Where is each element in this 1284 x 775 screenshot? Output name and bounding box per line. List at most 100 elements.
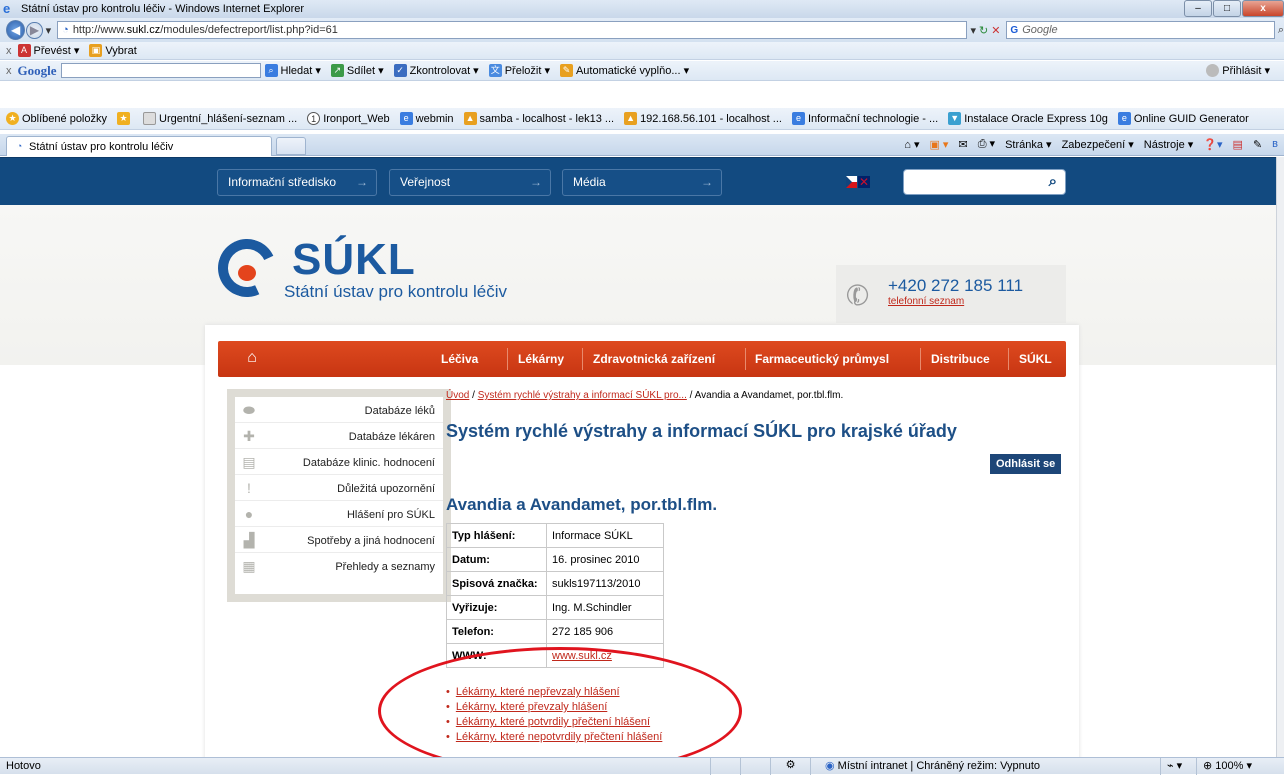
- sidemenu-drug-db[interactable]: ⬬ Databáze léků: [235, 399, 443, 423]
- pdf-icon: A: [17, 44, 31, 57]
- topnav-public[interactable]: Veřejnost →: [389, 169, 551, 196]
- google-signin-button[interactable]: Přihlásit ▾: [1206, 64, 1270, 77]
- sidemenu-reports[interactable]: ● Hlášení pro SÚKL: [235, 503, 443, 527]
- nav-distribution[interactable]: Distribuce: [931, 341, 990, 377]
- minimize-button[interactable]: –: [1184, 0, 1212, 17]
- address-row: ◀ ▶ ▾ ◔ http://www. sukl.cz/modules/defec…: [0, 18, 1284, 42]
- new-tab-button[interactable]: [276, 137, 306, 155]
- favorite-link[interactable]: e Online GUID Generator: [1117, 112, 1249, 125]
- nav-medicines[interactable]: Léčiva: [441, 341, 478, 377]
- favorite-link[interactable]: e Informační technologie - ...: [791, 112, 938, 125]
- favorite-link[interactable]: ▲ samba - localhost - lek13 ...: [463, 112, 614, 125]
- address-dropdown-icon[interactable]: ▾: [970, 24, 976, 37]
- czech-flag-icon[interactable]: [846, 176, 857, 188]
- tools-menu[interactable]: Nástroje ▾: [1144, 138, 1194, 151]
- print-icon[interactable]: ⎙ ▾: [978, 137, 995, 151]
- site-search-input[interactable]: ⌕: [903, 169, 1066, 195]
- favorite-link[interactable]: ▼ Instalace Oracle Express 10g: [948, 112, 1108, 125]
- google-autofill-button[interactable]: ✎ Automatické vyplňo... ▾: [559, 64, 689, 77]
- home-icon[interactable]: ⌂: [218, 341, 286, 377]
- search-box[interactable]: G Google: [1006, 21, 1275, 39]
- favorite-link[interactable]: ▲ 192.168.56.101 - localhost ...: [624, 112, 782, 125]
- phone-number: +420 272 185 111: [888, 276, 1024, 295]
- search-icon[interactable]: ⌕: [1278, 24, 1284, 37]
- breadcrumb-current: Avandia a Avandamet, por.tbl.flm.: [694, 390, 844, 401]
- nav-healthcare[interactable]: Zdravotnická zařízení: [593, 341, 715, 377]
- favorite-link[interactable]: 1 Ironport_Web: [307, 112, 390, 125]
- sidemenu-important-notices[interactable]: ! Důležitá upozornění: [235, 477, 443, 501]
- logo-subtitle: Státní ústav pro kontrolu léčiv: [284, 282, 508, 301]
- google-toolbar-input[interactable]: [60, 63, 261, 78]
- security-menu[interactable]: Zabezpečení ▾: [1062, 138, 1134, 151]
- stop-icon[interactable]: ✕: [991, 24, 1000, 37]
- pill-icon: ⬬: [243, 402, 255, 418]
- convert-toolbar: x A Převést ▾ ▣ Vybrat: [0, 42, 1284, 60]
- uk-flag-icon[interactable]: ✕: [858, 176, 870, 188]
- vertical-scrollbar[interactable]: [1276, 157, 1284, 757]
- tab-title: Státní ústav pro kontrolu léčiv: [29, 140, 174, 153]
- refresh-icon[interactable]: ↻: [979, 24, 988, 37]
- google-icon: G: [1010, 24, 1019, 36]
- address-bar[interactable]: ◔ http://www. sukl.cz/modules/defectrepor…: [57, 21, 968, 39]
- phone-box: ✆ +420 272 185 111 telefonní seznam: [836, 265, 1066, 323]
- search-icon[interactable]: ⌕: [1049, 173, 1057, 190]
- nav-sukl[interactable]: SÚKL: [1019, 341, 1052, 377]
- main-nav: ⌂ Léčiva Lékárny Zdravotnická zařízení F…: [218, 341, 1066, 377]
- google-check-button[interactable]: ✓ Zkontrolovat ▾: [393, 64, 479, 77]
- url-prefix: http://www.: [72, 24, 127, 36]
- sukl-logo[interactable]: SÚKL Státní ústav pro kontrolu léčiv: [209, 230, 507, 307]
- sidemenu-pharmacy-db[interactable]: ✚ Databáze lékáren: [235, 425, 443, 449]
- help-icon[interactable]: ❓▾: [1203, 138, 1222, 151]
- status-text: Hotovo: [6, 760, 41, 772]
- cross-icon: ✚: [243, 428, 255, 444]
- bluetooth-icon[interactable]: ʙ: [1272, 138, 1278, 150]
- breadcrumb-home[interactable]: Úvod: [446, 390, 469, 401]
- topnav-info-center[interactable]: Informační středisko →: [217, 169, 377, 196]
- close-toolbar-icon[interactable]: x: [6, 45, 12, 57]
- tab-sukl[interactable]: ◔ Státní ústav pro kontrolu léčiv: [6, 136, 272, 156]
- tab-favicon-icon: ◔: [13, 140, 26, 153]
- phone-icon: ✆: [841, 276, 875, 315]
- phone-directory-link[interactable]: telefonní seznam: [888, 296, 964, 307]
- zone-dropdown-icon[interactable]: ⌁ ▾: [1160, 758, 1196, 775]
- google-search-button[interactable]: ⌕ Hledat ▾: [264, 64, 321, 77]
- history-dropdown-icon[interactable]: ▾: [46, 24, 52, 37]
- close-button[interactable]: x: [1242, 0, 1284, 17]
- mail-icon[interactable]: ✉: [958, 138, 967, 151]
- grid-icon: ▦: [242, 558, 256, 574]
- home-icon[interactable]: ⌂ ▾: [904, 138, 919, 151]
- exclamation-icon: !: [247, 480, 251, 496]
- google-toolbar: x Google ⌕ Hledat ▾ ↗ Sdílet ▾ ✓ Zkontrolov…: [0, 61, 1284, 81]
- topnav-media[interactable]: Média →: [562, 169, 722, 196]
- google-share-button[interactable]: ↗ Sdílet ▾: [330, 64, 384, 77]
- sidemenu-overviews[interactable]: ▦ Přehledy a seznamy: [235, 555, 443, 579]
- close-google-toolbar-icon[interactable]: x: [6, 65, 12, 77]
- favorites-button[interactable]: ★ Oblíbené položky: [6, 112, 107, 125]
- favorite-link[interactable]: Urgentní_hlášení-seznam ...: [143, 112, 297, 125]
- favorite-link[interactable]: e webmin: [399, 112, 454, 125]
- site-top-nav: Informační středisko → Veřejnost → Média → …: [0, 157, 1276, 205]
- logout-button[interactable]: Odhlásit se: [990, 454, 1062, 474]
- convert-button[interactable]: A Převést ▾: [17, 44, 79, 57]
- sidemenu-clinical-db[interactable]: ▤ Databáze klinic. hodnocení: [235, 451, 443, 475]
- blog-icon[interactable]: ✎: [1253, 138, 1262, 151]
- rss-icon[interactable]: ▣ ▾: [929, 138, 948, 151]
- research-icon[interactable]: ▤: [1233, 138, 1243, 151]
- add-favorite-icon[interactable]: ★: [117, 112, 133, 125]
- info-value: Informace SÚKL: [546, 523, 664, 548]
- back-button[interactable]: ◀: [6, 20, 26, 40]
- forward-button[interactable]: ▶: [26, 21, 43, 39]
- breadcrumb-section[interactable]: Systém rychlé výstrahy a informací SÚKL …: [478, 390, 687, 401]
- nav-pharmacies[interactable]: Lékárny: [518, 341, 564, 377]
- google-translate-button[interactable]: 文 Přeložit ▾: [488, 64, 550, 77]
- select-button[interactable]: ▣ Vybrat: [89, 44, 137, 57]
- sidemenu-consumption[interactable]: ▟ Spotřeby a jiná hodnocení: [235, 529, 443, 553]
- intranet-icon: ◉: [825, 760, 838, 772]
- maximize-button[interactable]: □: [1213, 0, 1241, 17]
- table-row: Telefon: 272 185 906: [446, 619, 664, 644]
- nav-pharma-industry[interactable]: Farmaceutický průmysl: [755, 341, 889, 377]
- zoom-control[interactable]: ⊕ 100% ▾: [1196, 758, 1284, 775]
- page-menu[interactable]: Stránka ▾: [1005, 138, 1052, 151]
- user-icon: [1206, 64, 1220, 77]
- security-zone[interactable]: ◉ Místní intranet | Chráněný režim: Vypn…: [810, 758, 1150, 775]
